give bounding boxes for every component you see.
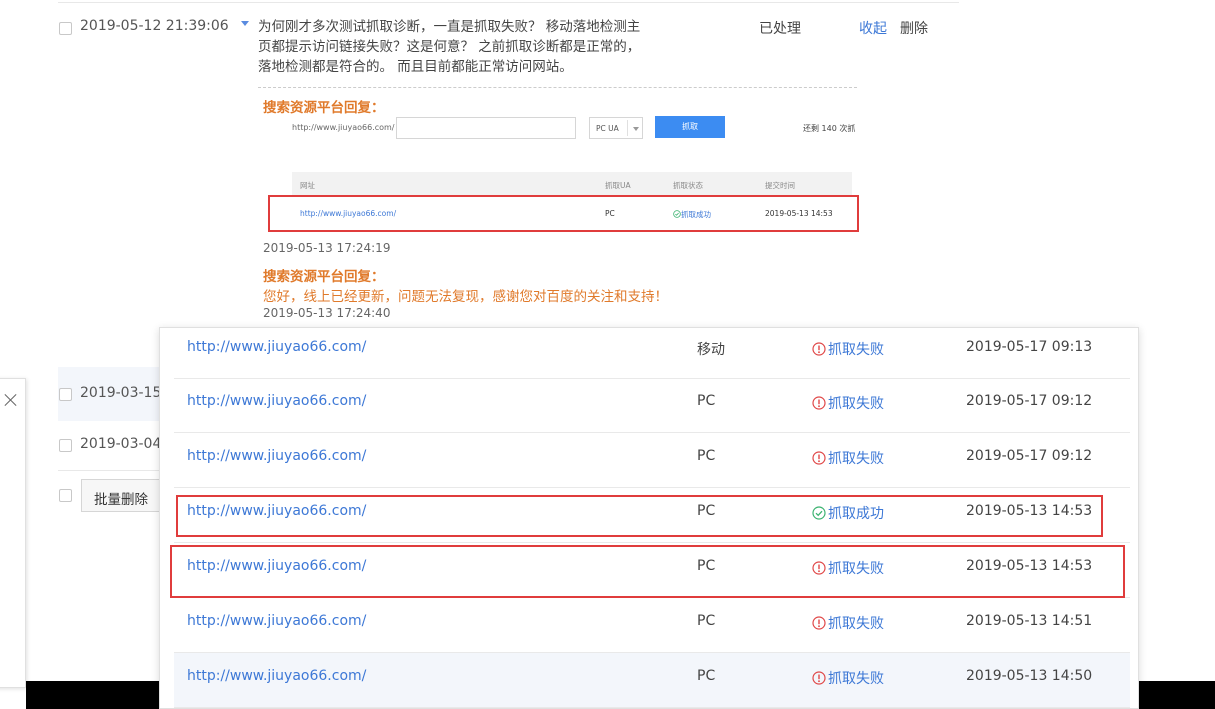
row-time: 2019-05-13 14:53 — [966, 503, 1093, 519]
row-checkbox[interactable] — [59, 388, 72, 401]
embedded-row-time: 2019-05-13 14:53 — [765, 209, 833, 218]
row-status: 抓取失败 — [812, 668, 884, 688]
batch-delete-button[interactable]: 批量删除 — [81, 479, 166, 512]
embedded-url-input — [396, 117, 576, 139]
row-status: 抓取成功 — [812, 503, 884, 523]
check-circle-icon — [812, 506, 826, 520]
table-row: http://www.jiuyao66.com/PC 抓取失败 2019-05-13… — [174, 653, 1130, 708]
feedback-time: 2019-05-12 21:39:06 — [80, 18, 229, 34]
row-url-link[interactable]: http://www.jiuyao66.com/ — [187, 503, 366, 519]
row-status: 抓取失败 — [812, 339, 884, 359]
table-row: http://www.jiuyao66.com/PC 抓取成功 2019-05-13… — [174, 488, 1130, 543]
alert-circle-icon — [812, 396, 826, 410]
row-ua: PC — [697, 503, 716, 519]
row-status-text: 抓取成功 — [828, 506, 884, 522]
reply-time: 2019-05-13 17:24:19 — [263, 241, 391, 255]
row-time: 2019-05-17 09:13 — [966, 339, 1093, 355]
row-ua: PC — [697, 558, 716, 574]
alert-circle-icon — [812, 616, 826, 630]
list-divider — [58, 470, 168, 471]
feedback-question: 为何刚才多次测试抓取诊断，一直是抓取失败？ 移动落地检测主页都提示访问链接失败？… — [258, 19, 641, 75]
embedded-col-status: 抓取状态 — [673, 181, 703, 190]
select-separator — [627, 120, 628, 136]
row-time: 2019-05-13 14:53 — [966, 558, 1093, 574]
alert-circle-icon — [812, 561, 826, 575]
reply-time: 2019-05-13 17:24:40 — [263, 306, 391, 320]
row-ua: PC — [697, 668, 716, 684]
fetch-history-panel: http://www.jiuyao66.com/移动 抓取失败 2019-05-17… — [159, 327, 1139, 709]
row-status-text: 抓取失败 — [828, 396, 884, 412]
embedded-table-header: 网址 抓取UA 抓取状态 提交时间 — [292, 172, 852, 195]
row-time: 2019-05-13 14:50 — [966, 668, 1093, 684]
embedded-row-url: http://www.jiuyao66.com/ — [300, 209, 397, 218]
reply-title: 搜索资源平台回复： — [263, 100, 385, 116]
embedded-col-ua: 抓取UA — [605, 181, 631, 190]
row-status: 抓取失败 — [812, 613, 884, 633]
embedded-col-url: 网址 — [300, 181, 315, 190]
embedded-ua-value: PC UA — [596, 124, 619, 133]
reply-text: 您好，线上已经更新，问题无法复现，感谢您对百度的关注和支持！ — [263, 289, 668, 305]
feedback-checkbox[interactable] — [59, 22, 72, 35]
reply-divider — [258, 87, 857, 88]
collapse-link[interactable]: 收起 — [859, 18, 887, 38]
reply-title: 搜索资源平台回复： — [263, 269, 385, 285]
row-status-text: 抓取失败 — [828, 671, 884, 687]
row-url-link[interactable]: http://www.jiuyao66.com/ — [187, 613, 366, 629]
embedded-url-prefix: http://www.jiuyao66.com/ — [292, 123, 395, 132]
table-row: http://www.jiuyao66.com/PC 抓取失败 2019-05-13… — [174, 543, 1130, 598]
row-status: 抓取失败 — [812, 558, 884, 578]
alert-circle-icon — [812, 671, 826, 685]
row-status: 抓取失败 — [812, 448, 884, 468]
embedded-fetch-button: 抓取 — [655, 116, 725, 138]
row-time: 2019-05-17 09:12 — [966, 393, 1093, 409]
embedded-row-status-text: 抓取成功 — [681, 210, 711, 219]
select-all-checkbox[interactable] — [59, 489, 72, 502]
row-status: 抓取失败 — [812, 393, 884, 413]
row-ua: PC — [697, 393, 716, 409]
row-ua: PC — [697, 613, 716, 629]
row-checkbox[interactable] — [59, 439, 72, 452]
table-row: http://www.jiuyao66.com/PC 抓取失败 2019-05-13… — [174, 598, 1130, 653]
embedded-remaining: 还剩 140 次抓 — [803, 124, 856, 133]
row-time: 2019-05-17 09:12 — [966, 448, 1093, 464]
row-status-text: 抓取失败 — [828, 342, 884, 358]
embedded-ua-select: PC UA — [589, 117, 643, 139]
row-url-link[interactable]: http://www.jiuyao66.com/ — [187, 558, 366, 574]
alert-circle-icon — [812, 451, 826, 465]
row-url-link[interactable]: http://www.jiuyao66.com/ — [187, 448, 366, 464]
row-ua: PC — [697, 448, 716, 464]
delete-link[interactable]: 删除 — [900, 18, 928, 38]
row-url-link[interactable]: http://www.jiuyao66.com/ — [187, 668, 366, 684]
embedded-table-row: http://www.jiuyao66.com/ PC 抓取成功 2019-05… — [292, 200, 852, 226]
embedded-row-ua: PC — [605, 209, 615, 218]
row-url-link[interactable]: http://www.jiuyao66.com/ — [187, 339, 366, 355]
feedback-status: 已处理 — [759, 21, 801, 37]
top-divider — [58, 2, 959, 3]
row-ua: 移动 — [697, 342, 725, 358]
alert-circle-icon — [812, 342, 826, 356]
table-row: http://www.jiuyao66.com/PC 抓取失败 2019-05-17… — [174, 433, 1130, 488]
row-time: 2019-05-13 14:51 — [966, 613, 1093, 629]
check-circle-icon — [673, 210, 681, 218]
row-status-text: 抓取失败 — [828, 561, 884, 577]
collapse-arrow-icon[interactable] — [241, 21, 249, 26]
row-status-text: 抓取失败 — [828, 451, 884, 467]
table-row: http://www.jiuyao66.com/移动 抓取失败 2019-05-17… — [174, 328, 1130, 379]
chevron-down-icon — [633, 127, 639, 131]
row-url-link[interactable]: http://www.jiuyao66.com/ — [187, 393, 366, 409]
close-icon[interactable] — [4, 393, 18, 407]
embedded-row-status: 抓取成功 — [673, 209, 711, 220]
embedded-col-time: 提交时间 — [765, 181, 795, 190]
side-panel — [0, 378, 26, 688]
table-row: http://www.jiuyao66.com/PC 抓取失败 2019-05-17… — [174, 378, 1130, 433]
row-status-text: 抓取失败 — [828, 616, 884, 632]
